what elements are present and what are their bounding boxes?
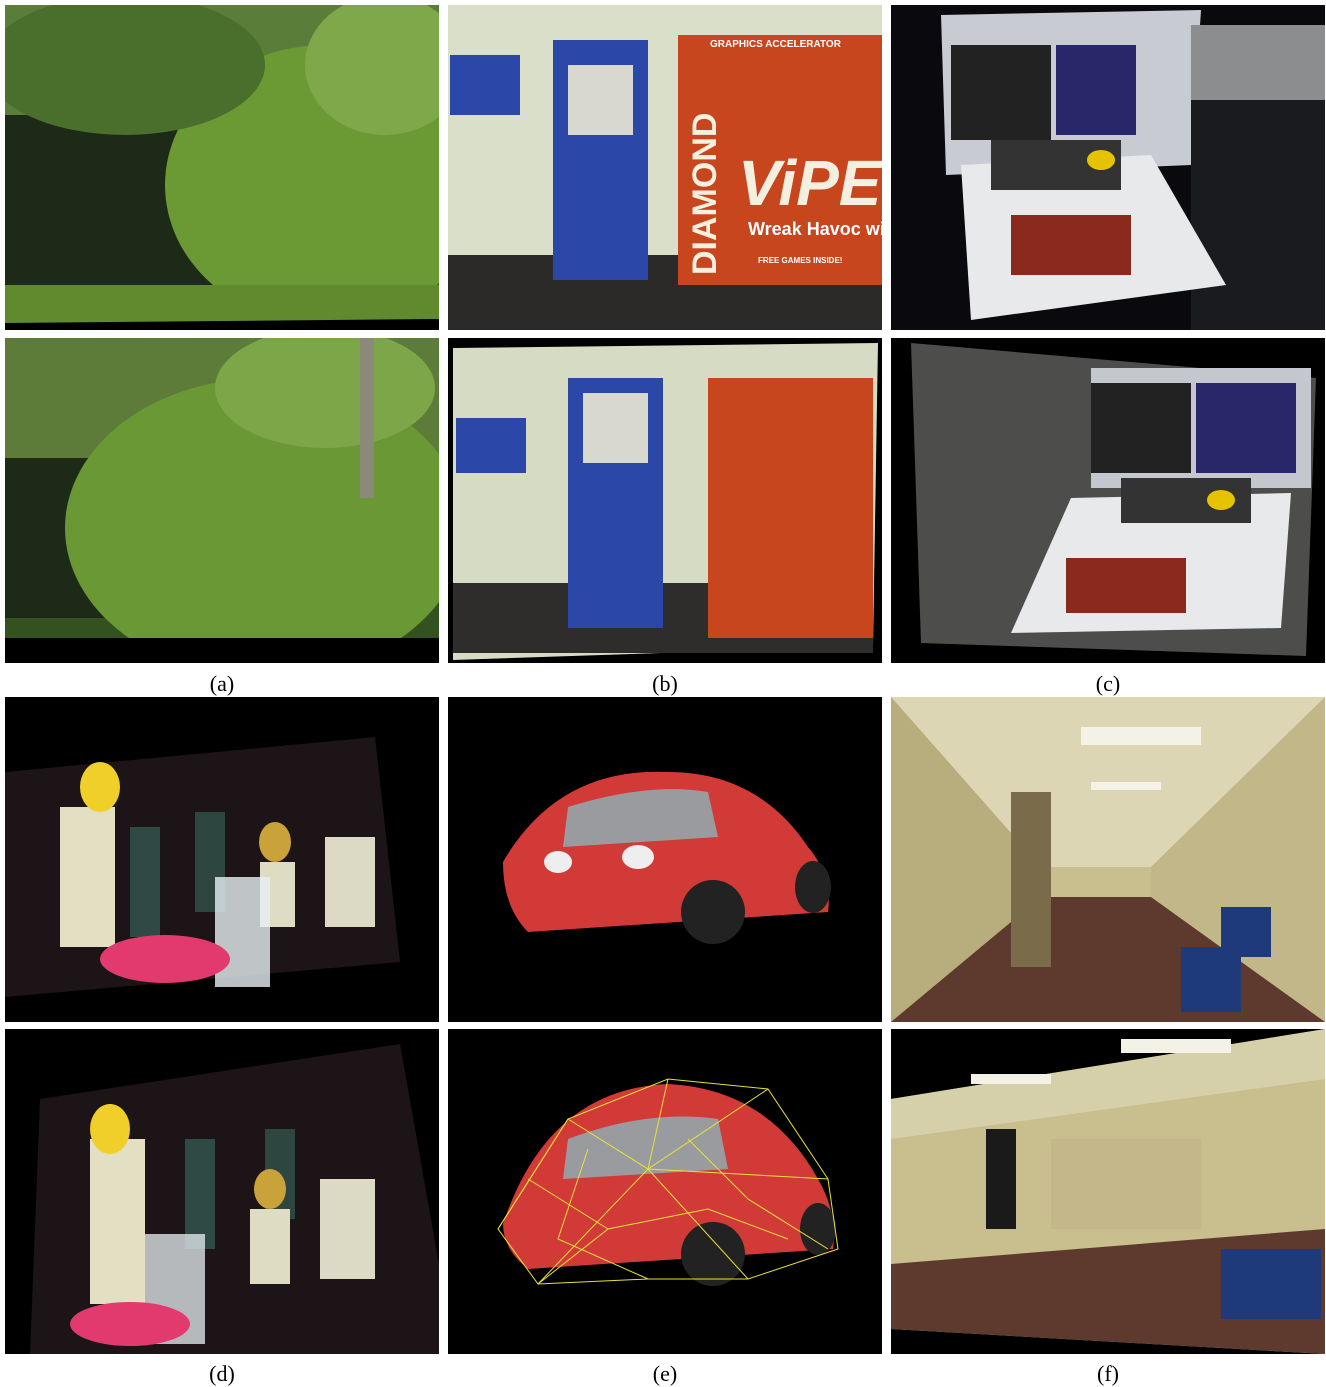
- photo-pond-frame-2: [5, 338, 439, 663]
- hallway-scene: [891, 697, 1325, 1022]
- photo-pond-frame-1: [5, 5, 439, 330]
- photo-lego-frame-2: [891, 338, 1325, 663]
- photo-car-frame-1: [448, 697, 882, 1022]
- caption-e: (e): [652, 1361, 678, 1386]
- photo-robot-frame-1: ViPE GRAPHICS ACCELERATOR Wreak Havoc wi…: [448, 5, 882, 330]
- caption-d: (d): [209, 1361, 235, 1386]
- robot-scene: ViPE GRAPHICS ACCELERATOR Wreak Havoc wi…: [448, 5, 882, 330]
- figurines-scene: [5, 697, 439, 1022]
- pond-scene: [5, 5, 439, 330]
- photo-car-wireframe-frame-2: [448, 1029, 882, 1354]
- photo-lego-frame-1: [891, 5, 1325, 330]
- free-games-text: FREE GAMES INSIDE!: [758, 256, 842, 265]
- caption-b: (b): [652, 671, 678, 696]
- figurines-scene-2: [5, 1029, 439, 1354]
- brand-text: DIAMOND: [686, 113, 724, 275]
- lego-scene: [891, 5, 1325, 330]
- pond-scene-2: [5, 338, 439, 663]
- tagline-text: Wreak Havoc with: [748, 219, 882, 239]
- caption-c: (c): [1095, 671, 1121, 696]
- lego-scene-2: [891, 338, 1325, 663]
- photo-figurines-frame-2: [5, 1029, 439, 1354]
- header-text: GRAPHICS ACCELERATOR: [710, 39, 842, 50]
- robot-scene-2: [448, 338, 882, 663]
- product-text: ViPE: [738, 147, 882, 219]
- photo-robot-frame-2: [448, 338, 882, 663]
- car-wireframe-scene: [448, 1029, 882, 1354]
- photo-hallway-frame-1: [891, 697, 1325, 1022]
- hallway-scene-2: [891, 1029, 1325, 1354]
- caption-f: (f): [1097, 1361, 1119, 1386]
- caption-a: (a): [209, 671, 235, 696]
- photo-figurines-frame-1: [5, 697, 439, 1022]
- car-scene: [448, 697, 882, 1022]
- photo-hallway-frame-2: [891, 1029, 1325, 1354]
